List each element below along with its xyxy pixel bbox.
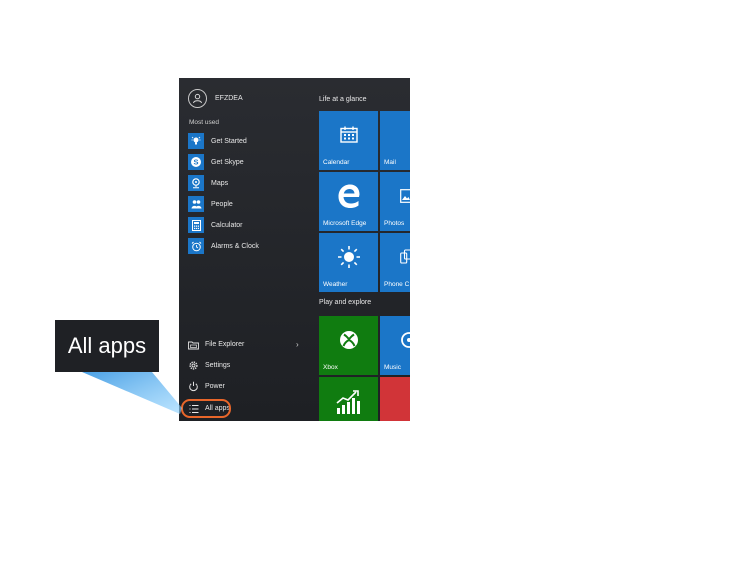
callout-beam <box>82 372 182 414</box>
all-apps-callout: All apps <box>55 320 159 372</box>
callout-text: All apps <box>67 333 147 358</box>
